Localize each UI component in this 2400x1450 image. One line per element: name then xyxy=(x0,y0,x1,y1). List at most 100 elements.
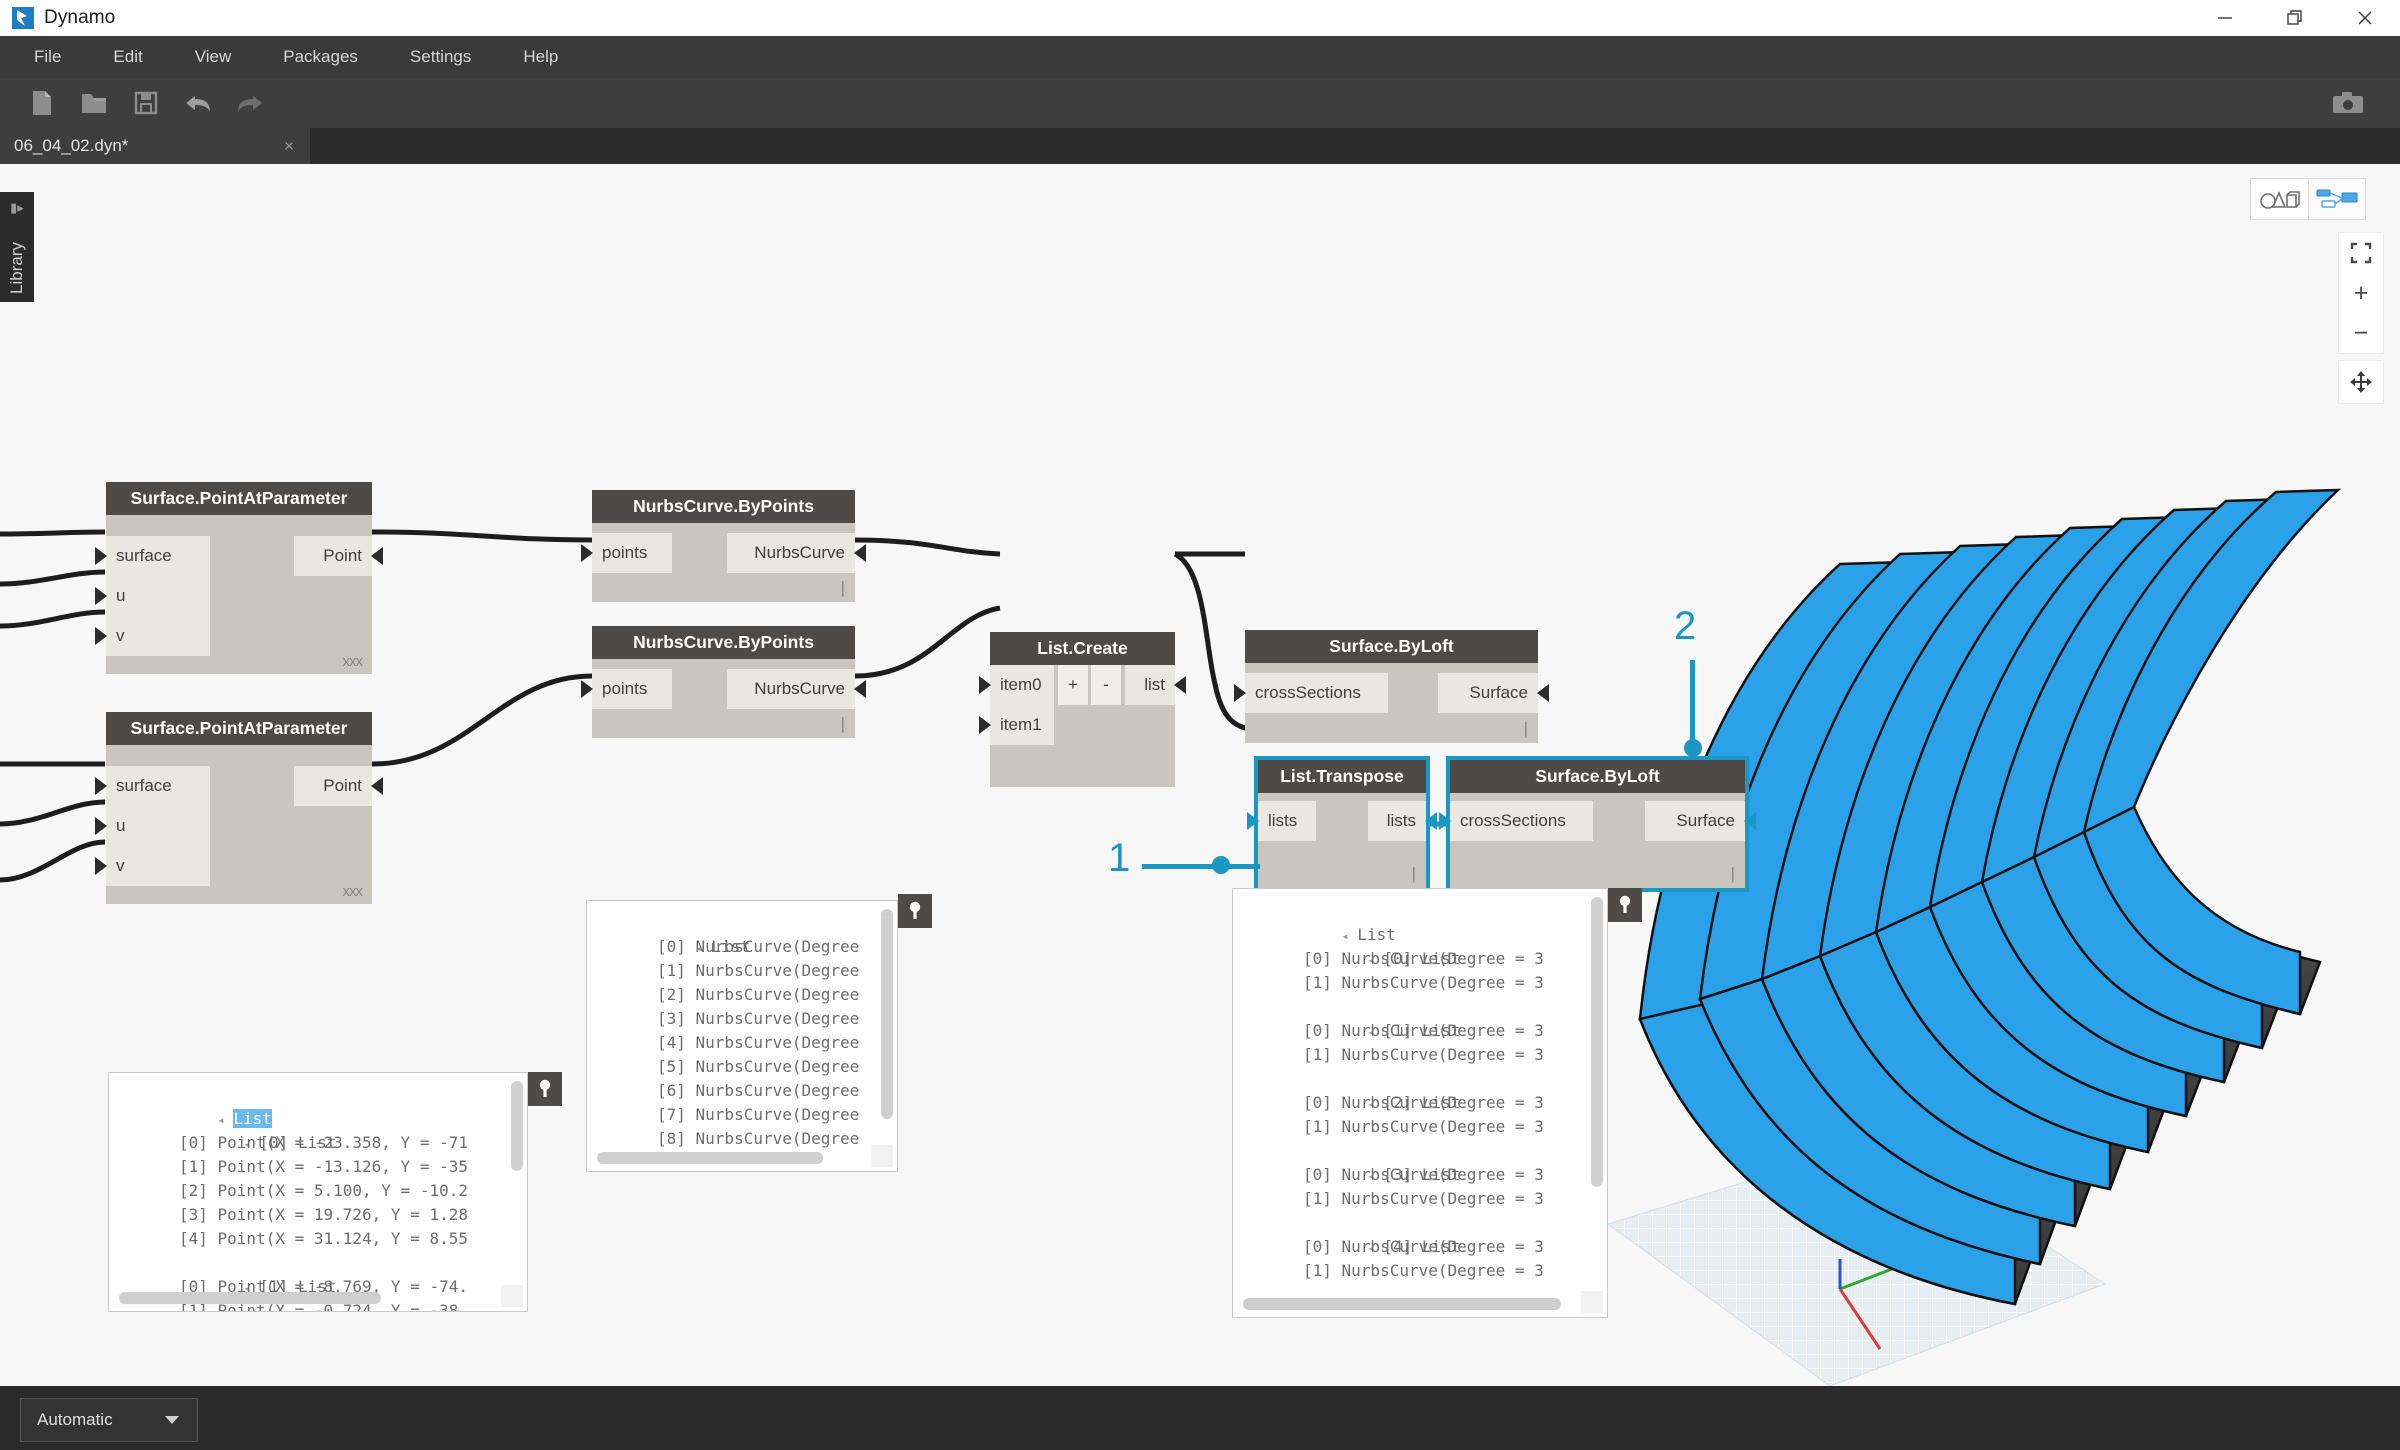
node-nurbscurve-bypoints-1[interactable]: NurbsCurve.ByPoints points NurbsCurve | xyxy=(581,490,866,602)
menu-item-packages[interactable]: Packages xyxy=(257,36,384,78)
chevron-down-icon[interactable] xyxy=(165,1416,179,1424)
input-port-surface[interactable]: surface xyxy=(95,766,210,806)
watch-row: [5] NurbsCurve(Degree xyxy=(657,1057,860,1076)
view-mode-toggle-group xyxy=(2250,178,2366,220)
port-nub-icon xyxy=(979,676,991,694)
save-file-icon[interactable] xyxy=(120,78,172,128)
node-surface-byloft-2[interactable]: Surface.ByLoft crossSections Surface | xyxy=(1439,756,1756,892)
node-surface-point-at-parameter-1[interactable]: Surface.PointAtParameter surface u v Poi… xyxy=(95,482,383,674)
new-file-icon[interactable] xyxy=(16,78,68,128)
node-list-create[interactable]: List.Create item0 item1 + - list xyxy=(979,632,1186,787)
expand-arrow-icon[interactable]: ▮▸ xyxy=(10,200,24,216)
run-mode-label: Automatic xyxy=(37,1410,113,1429)
redo-icon[interactable] xyxy=(224,78,276,128)
zoom-out-button[interactable]: − xyxy=(2338,313,2384,353)
input-port-u[interactable]: u xyxy=(95,576,210,616)
collapse-arrow-icon[interactable]: ◂ xyxy=(1341,924,1357,948)
input-port-u[interactable]: u xyxy=(95,806,210,846)
tab-close-icon[interactable]: × xyxy=(284,138,294,155)
input-port-points[interactable]: points xyxy=(581,669,672,709)
maximize-icon[interactable] xyxy=(2260,0,2330,36)
menu-item-view[interactable]: View xyxy=(169,36,258,78)
port-nub-icon xyxy=(371,547,383,565)
output-port-lists[interactable]: lists xyxy=(1368,801,1437,841)
minimize-icon[interactable] xyxy=(2190,0,2260,36)
input-port-item0[interactable]: item0 xyxy=(979,665,1054,705)
port-nub-icon xyxy=(854,680,866,698)
port-nub-icon xyxy=(1234,684,1246,702)
collapse-arrow-icon[interactable]: ◂ xyxy=(217,1108,233,1132)
run-mode-dropdown[interactable]: Automatic xyxy=(20,1398,198,1442)
input-port-v[interactable]: v xyxy=(95,846,210,886)
pin-icon[interactable] xyxy=(898,894,932,928)
port-label: v xyxy=(116,626,125,645)
pan-icon[interactable] xyxy=(2338,360,2384,404)
watch-panel-points[interactable]: ◂ List ◂ [0] List [0] Point(X = -23.358, Y… xyxy=(108,1072,528,1312)
port-label: Point xyxy=(323,546,362,565)
add-input-button[interactable]: + xyxy=(1058,665,1088,705)
input-port-surface[interactable]: surface xyxy=(95,536,210,576)
node-nurbscurve-bypoints-2[interactable]: NurbsCurve.ByPoints points NurbsCurve | xyxy=(581,626,866,738)
lacing-indicator[interactable]: xxx xyxy=(343,883,363,900)
port-nub-icon xyxy=(371,777,383,795)
library-panel-toggle[interactable]: ▮▸ Library xyxy=(0,192,34,302)
pin-icon[interactable] xyxy=(528,1072,562,1106)
output-port-list[interactable]: list xyxy=(1125,665,1186,705)
lacing-indicator[interactable]: xxx xyxy=(343,653,363,670)
node-title: Surface.ByLoft xyxy=(1450,760,1745,793)
input-port-points[interactable]: points xyxy=(581,533,672,573)
output-port-surface[interactable]: Surface xyxy=(1645,801,1756,841)
output-port-nurbscurve[interactable]: NurbsCurve xyxy=(727,533,866,573)
node-surface-byloft-1[interactable]: Surface.ByLoft crossSections Surface | xyxy=(1234,630,1549,743)
watch-horizontal-scrollbar[interactable] xyxy=(119,1292,381,1304)
graph-view-icon[interactable] xyxy=(2308,179,2365,219)
watch-row: [3] NurbsCurve(Degree xyxy=(657,1009,860,1028)
close-icon[interactable] xyxy=(2330,0,2400,36)
menu-item-help[interactable]: Help xyxy=(497,36,584,78)
lacing-indicator[interactable]: | xyxy=(1731,864,1735,884)
watch-row: [7] NurbsCurve(Degree xyxy=(657,1105,860,1124)
zoom-in-button[interactable]: + xyxy=(2338,273,2384,313)
watch-vertical-scrollbar[interactable] xyxy=(881,909,893,1119)
input-port-v[interactable]: v xyxy=(95,616,210,656)
output-port-surface[interactable]: Surface xyxy=(1438,673,1549,713)
window-controls xyxy=(2190,0,2400,36)
lacing-indicator[interactable]: | xyxy=(841,578,845,598)
input-port-lists[interactable]: lists xyxy=(1247,801,1316,841)
lacing-indicator[interactable]: | xyxy=(1412,864,1416,884)
watch-vertical-scrollbar[interactable] xyxy=(1591,897,1603,1187)
lacing-indicator[interactable]: | xyxy=(1524,719,1528,739)
watch-row: [4] Point(X = 31.124, Y = 8.55 xyxy=(179,1229,468,1248)
callout-leader-1 xyxy=(1142,864,1260,869)
output-port-point[interactable]: Point xyxy=(294,536,383,576)
watch-panel-curves[interactable]: ◂ List [0] NurbsCurve(Degree [1] NurbsCur… xyxy=(586,900,898,1172)
output-port-point[interactable]: Point xyxy=(294,766,383,806)
geometry-view-icon[interactable] xyxy=(2251,179,2308,219)
zoom-to-fit-icon[interactable] xyxy=(2338,233,2384,273)
output-port-nurbscurve[interactable]: NurbsCurve xyxy=(727,669,866,709)
tab-06_04_02[interactable]: 06_04_02.dyn* × xyxy=(0,128,310,164)
remove-input-button[interactable]: - xyxy=(1091,665,1121,705)
input-port-item1[interactable]: item1 xyxy=(979,705,1054,745)
input-port-crosssections[interactable]: crossSections xyxy=(1234,673,1388,713)
watch-rows: ◂ List ◂ [0] List [0] NurbsCurve(Degree = … xyxy=(1233,889,1607,1283)
watch-vertical-scrollbar[interactable] xyxy=(511,1081,523,1171)
node-surface-point-at-parameter-2[interactable]: Surface.PointAtParameter surface u v Poi… xyxy=(95,712,383,904)
camera-icon[interactable] xyxy=(2322,78,2374,128)
menu-item-settings[interactable]: Settings xyxy=(384,36,497,78)
graph-canvas[interactable]: Surface.PointAtParameter surface u v Poi… xyxy=(0,164,2400,1386)
watch-panel-transpose[interactable]: ◂ List ◂ [0] List [0] NurbsCurve(Degree = … xyxy=(1232,888,1608,1318)
undo-icon[interactable] xyxy=(172,78,224,128)
menu-item-file[interactable]: File xyxy=(8,36,87,78)
input-port-crosssections[interactable]: crossSections xyxy=(1439,801,1593,841)
watch-horizontal-scrollbar[interactable] xyxy=(597,1152,823,1164)
tab-strip: 06_04_02.dyn* × xyxy=(0,128,2400,164)
lacing-indicator[interactable]: | xyxy=(841,714,845,734)
node-list-transpose[interactable]: List.Transpose lists lists | xyxy=(1247,756,1437,892)
port-nub-icon xyxy=(581,544,593,562)
pin-icon[interactable] xyxy=(1608,888,1642,922)
callout-dot-2 xyxy=(1684,739,1702,757)
open-file-icon[interactable] xyxy=(68,78,120,128)
watch-horizontal-scrollbar[interactable] xyxy=(1243,1298,1561,1310)
menu-item-edit[interactable]: Edit xyxy=(87,36,168,78)
